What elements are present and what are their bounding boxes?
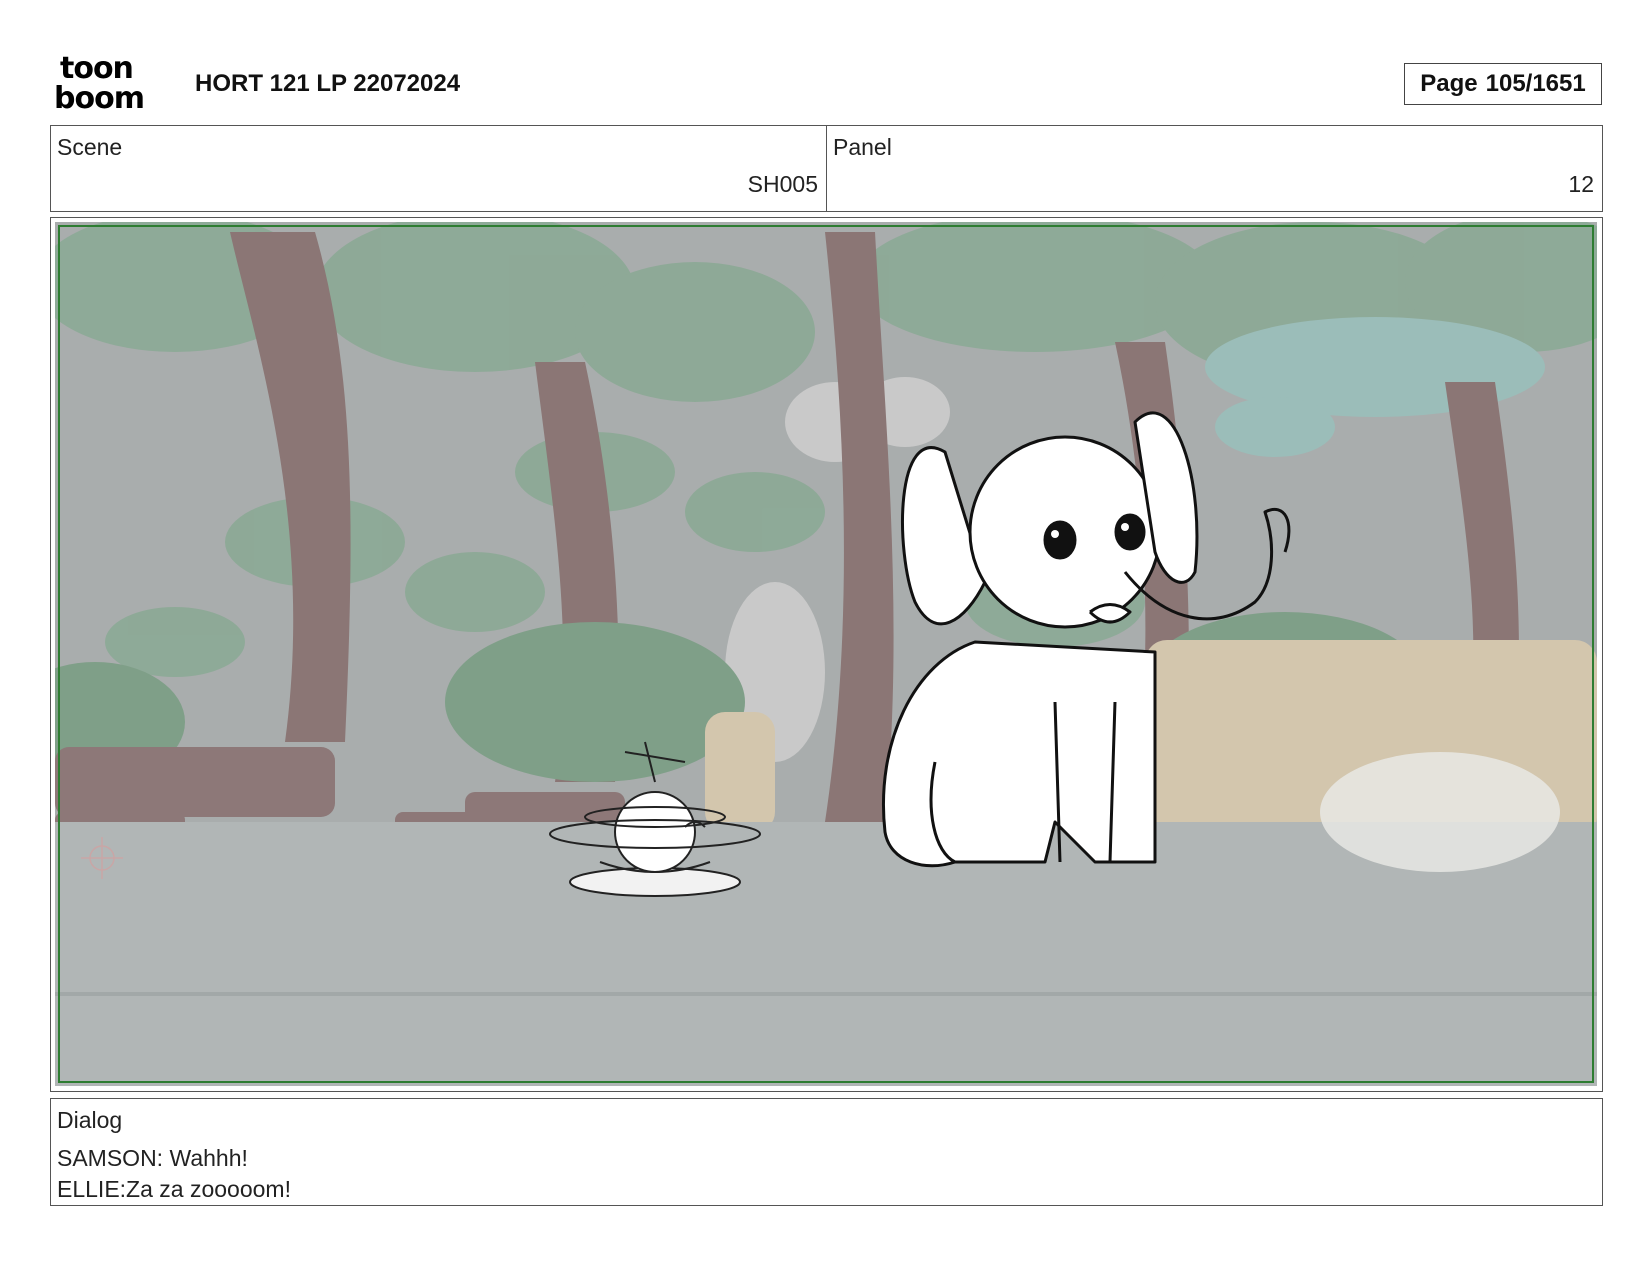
page-label: Page (1420, 70, 1478, 97)
scene-cell: Scene SH005 (51, 126, 826, 211)
dialog-label: Dialog (57, 1107, 123, 1133)
panel-value: 12 (1568, 171, 1594, 197)
document-title: HORT 121 LP 22072024 (195, 70, 461, 97)
toonboom-logo: toon boom (54, 54, 172, 116)
jungle-scene-drawing (55, 222, 1597, 1086)
dialog-line: ELLIE:Za za zooooom! (57, 1176, 291, 1202)
ground (55, 822, 1597, 1086)
panel-label: Panel (833, 134, 892, 160)
logo-line-2: boom (54, 81, 145, 116)
dialog-lines: SAMSON: Wahhh! ELLIE:Za za zooooom! (57, 1143, 291, 1205)
dialog-section: Dialog SAMSON: Wahhh! ELLIE:Za za zooooo… (50, 1098, 1603, 1206)
scene-value: SH005 (747, 171, 818, 197)
panel-artwork (55, 222, 1597, 1086)
scene-panel-info: Scene SH005 Panel 12 (50, 125, 1603, 212)
page-number: 105/1651 (1485, 70, 1586, 97)
logo-line-1: toon (60, 51, 134, 86)
page-indicator: Page 105/1651 (1404, 63, 1602, 105)
panel-cell: Panel 12 (826, 126, 1602, 211)
scene-label: Scene (57, 134, 123, 160)
dialog-line: SAMSON: Wahhh! (57, 1145, 248, 1171)
storyboard-panel (50, 217, 1603, 1092)
